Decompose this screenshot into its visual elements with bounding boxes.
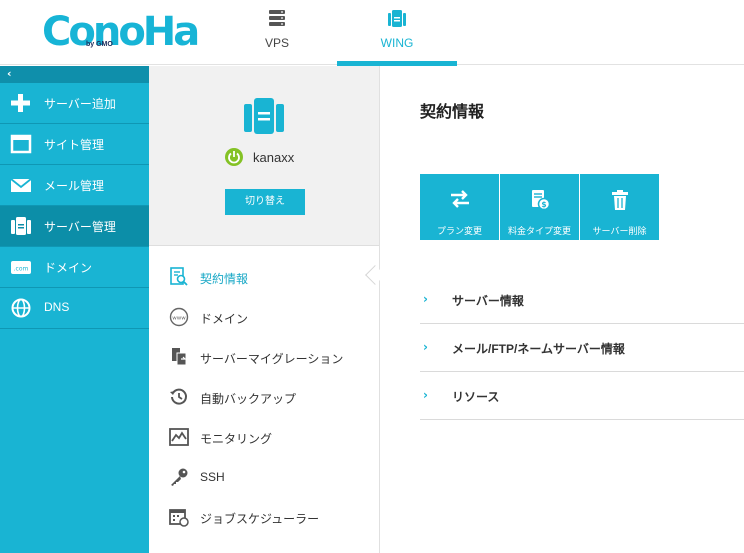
conoha-logo[interactable]: ConoHa by GMO <box>42 8 200 56</box>
tab-vps-label: VPS <box>264 36 289 50</box>
section-label: リソース <box>452 390 500 404</box>
mail-icon <box>10 175 32 195</box>
globe-icon <box>10 298 32 318</box>
delete-server-button[interactable]: サーバー削除 <box>580 174 659 240</box>
wing-server-icon <box>388 9 406 33</box>
menu-item-label: 契約情報 <box>200 272 249 286</box>
sidebar-item-server[interactable]: サーバー管理 <box>0 206 149 247</box>
server-name: kanaxx <box>253 150 295 165</box>
chevron-right-icon: › <box>423 292 428 306</box>
server-icon <box>10 216 32 236</box>
key-icon <box>169 467 189 487</box>
menu-item-monitoring[interactable]: モニタリング <box>149 417 379 457</box>
monitoring-chart-icon <box>169 427 189 447</box>
sidebar-item-add-server[interactable]: サーバー追加 <box>0 83 149 124</box>
top-header: ConoHa by GMO VPS WING <box>0 0 744 66</box>
trash-icon <box>610 189 630 215</box>
menu-item-backup[interactable]: 自動バックアップ <box>149 377 379 417</box>
backup-history-icon <box>169 387 189 407</box>
sidebar-item-label: サイト管理 <box>44 138 105 152</box>
menu-item-label: ジョブスケジューラー <box>200 512 320 526</box>
switch-server-button[interactable]: 切り替え <box>225 189 305 215</box>
change-billing-type-button[interactable]: $ 料金タイプ変更 <box>500 174 579 240</box>
logo-text: ConoHa <box>42 9 200 55</box>
menu-item-job-scheduler[interactable]: ジョブスケジューラー <box>149 497 379 537</box>
menu-item-label: サーバーマイグレーション <box>200 352 344 366</box>
www-icon: www <box>169 307 189 327</box>
menu-item-migration[interactable]: サーバーマイグレーション <box>149 337 379 377</box>
sidebar-collapse-button[interactable]: ‹ <box>0 66 149 83</box>
action-label: サーバー削除 <box>592 226 647 236</box>
sidebar-item-label: ドメイン <box>44 261 93 275</box>
sidebar-item-domain[interactable]: .com ドメイン <box>0 247 149 288</box>
sidebar-item-label: メール管理 <box>44 179 105 193</box>
server-summary: kanaxx 切り替え <box>149 66 379 246</box>
svg-text:.com: .com <box>14 266 29 273</box>
calendar-icon <box>169 507 189 527</box>
menu-item-ssh[interactable]: SSH <box>149 457 379 497</box>
menu-item-domain[interactable]: www ドメイン <box>149 297 379 337</box>
page-title: 契約情報 <box>420 104 485 121</box>
action-label: 料金タイプ変更 <box>507 226 571 236</box>
migration-icon <box>169 347 189 367</box>
section-label: メール/FTP/ネームサーバー情報 <box>452 342 625 356</box>
chevron-right-icon: › <box>423 340 428 354</box>
sidebar-item-dns[interactable]: DNS <box>0 288 149 329</box>
action-label: プラン変更 <box>436 226 482 236</box>
sidebar-item-mail[interactable]: メール管理 <box>0 165 149 206</box>
logo-subtext: by GMO <box>86 41 113 48</box>
section-mail-ftp-ns-info[interactable]: › メール/FTP/ネームサーバー情報 <box>420 324 744 372</box>
server-stack-icon <box>268 9 286 31</box>
server-menu-panel: kanaxx 切り替え 契約情報 www ドメイン サーバーマイグレーション 自… <box>149 66 380 553</box>
menu-item-contract[interactable]: 契約情報 <box>149 257 379 297</box>
svg-text:www: www <box>172 316 186 322</box>
menu-item-label: 自動バックアップ <box>200 392 297 406</box>
sidebar-item-label: サーバー追加 <box>44 97 116 111</box>
sidebar-item-site[interactable]: サイト管理 <box>0 124 149 165</box>
section-resources[interactable]: › リソース <box>420 372 744 420</box>
contract-search-icon <box>169 267 189 287</box>
window-icon <box>10 134 32 154</box>
svg-text:$: $ <box>541 200 546 209</box>
sidebar-item-label: サーバー管理 <box>44 220 116 234</box>
section-label: サーバー情報 <box>452 294 524 308</box>
tab-wing[interactable]: WING <box>337 0 457 66</box>
sidebar-item-label: DNS <box>44 300 70 314</box>
chevron-right-icon: › <box>423 388 428 402</box>
section-server-info[interactable]: › サーバー情報 <box>420 276 744 324</box>
menu-item-label: SSH <box>200 470 225 484</box>
menu-item-label: ドメイン <box>200 312 249 326</box>
main-content: 契約情報 プラン変更 $ 料金タイプ変更 サーバー削除 › サーバー情報 › メ… <box>381 66 744 553</box>
tab-vps[interactable]: VPS <box>217 0 337 65</box>
billing-icon: $ <box>529 189 551 215</box>
swap-arrows-icon <box>449 189 471 213</box>
menu-item-label: モニタリング <box>200 432 273 446</box>
sidebar: ‹ サーバー追加 サイト管理 メール管理 サーバー管理 .com ドメイン DN… <box>0 66 149 553</box>
tab-wing-label: WING <box>380 36 414 50</box>
server-large-icon <box>243 96 285 140</box>
plus-icon <box>10 93 32 113</box>
change-plan-button[interactable]: プラン変更 <box>420 174 499 240</box>
domain-com-icon: .com <box>10 257 32 277</box>
power-status-icon <box>225 148 243 166</box>
